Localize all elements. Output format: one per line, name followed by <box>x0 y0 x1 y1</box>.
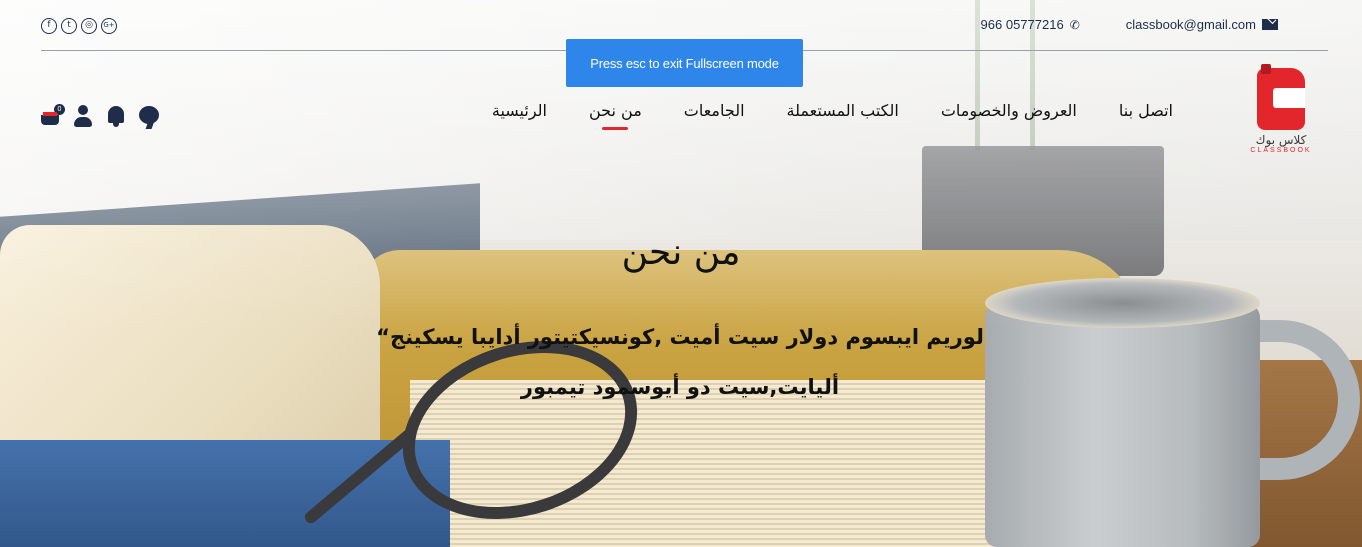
instagram-icon[interactable]: ◎ <box>81 18 97 34</box>
fullscreen-toast: Press esc to exit Fullscreen mode <box>566 39 803 87</box>
logo-english-text: CLASSBOOK <box>1250 147 1312 154</box>
cart-icon[interactable]: 0 <box>40 104 65 128</box>
phone-number: 966 05777216 <box>980 17 1064 32</box>
hero-description-line-1: لوريم ايبسوم دولار سيت أميت ,كونسيكتيتور… <box>376 325 984 349</box>
main-nav: الرئيسية من نحن الجامعات الكتب المستعملة… <box>492 101 1173 120</box>
mail-icon <box>1262 19 1278 30</box>
phone-contact[interactable]: 966 05777216 ✆ <box>981 17 1080 32</box>
logo-arabic-text: كلاس بوك <box>1255 133 1307 147</box>
email-contact[interactable]: classbook@gmail.com <box>1126 17 1278 32</box>
hero-description: لوريم ايبسوم دولار سيت أميت ,كونسيكتيتور… <box>360 312 1000 412</box>
nav-item-about[interactable]: من نحن <box>589 101 642 120</box>
phone-icon: ✆ <box>1069 17 1080 32</box>
chat-icon[interactable] <box>139 104 159 128</box>
social-links: f t ◎ G+ <box>41 18 117 34</box>
nav-item-offers[interactable]: العروض والخصومات <box>941 101 1077 120</box>
nav-item-home[interactable]: الرئيسية <box>492 101 547 120</box>
nav-item-contact[interactable]: اتصل بنا <box>1119 101 1173 120</box>
facebook-icon[interactable]: f <box>41 18 57 34</box>
page-title: من نحن <box>621 232 741 273</box>
user-icon[interactable] <box>73 104 93 128</box>
twitter-icon[interactable]: t <box>61 18 77 34</box>
header-icons: 0 <box>40 104 159 128</box>
google-plus-icon[interactable]: G+ <box>101 18 117 34</box>
hero-description-line-2: أليايت,سيت دو أيوسمود تيمبور <box>520 375 840 399</box>
logo-mark <box>1257 64 1305 130</box>
site-logo[interactable]: كلاس بوك CLASSBOOK <box>1243 64 1319 163</box>
nav-item-used-books[interactable]: الكتب المستعملة <box>787 101 899 120</box>
contact-info: 966 05777216 ✆ classbook@gmail.com <box>981 17 1278 32</box>
email-address: classbook@gmail.com <box>1125 17 1256 32</box>
nav-item-universities[interactable]: الجامعات <box>684 101 745 120</box>
cart-count-badge: 0 <box>54 104 65 115</box>
bell-icon[interactable] <box>106 104 126 128</box>
